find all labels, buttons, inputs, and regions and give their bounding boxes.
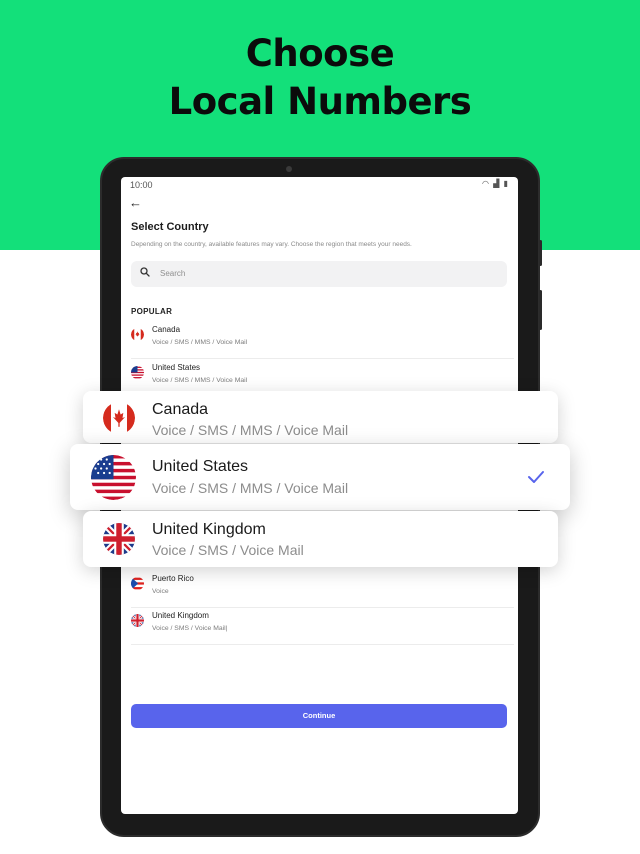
- side-button: [539, 290, 542, 330]
- country-features: Voice / SMS / MMS / Voice Mail: [152, 339, 248, 346]
- headline-line-1: Choose: [245, 32, 395, 75]
- country-features: Voice / SMS / MMS / Voice Mail: [152, 377, 248, 384]
- battery-icon: ▮: [503, 179, 509, 188]
- page-title: Select Country: [131, 221, 209, 233]
- puerto-rico-flag-icon: [131, 577, 144, 590]
- uk-flag-icon: [131, 614, 144, 627]
- us-flag-icon: [91, 455, 136, 500]
- status-icons: ◠ ▟ ▮: [482, 179, 509, 188]
- headline: Choose Local Numbers: [0, 30, 640, 126]
- country-name: Canada: [152, 325, 181, 334]
- signal-icon: ▟: [493, 179, 501, 188]
- country-card-canada[interactable]: Canada Voice / SMS / MMS / Voice Mail: [83, 391, 558, 443]
- country-name: United States: [152, 363, 201, 372]
- page-subtitle: Depending on the country, available feat…: [131, 241, 412, 248]
- country-features: Voice / SMS / MMS / Voice Mail: [152, 480, 349, 496]
- country-features: Voice: [152, 588, 169, 595]
- status-bar: 10:00 ◠ ▟ ▮: [121, 177, 518, 193]
- uk-flag-icon: [103, 523, 135, 555]
- country-features: Voice / SMS / Voice Mail|: [152, 625, 228, 632]
- headline-line-2: Local Numbers: [168, 80, 472, 123]
- country-name: Puerto Rico: [152, 574, 194, 583]
- wifi-icon: ◠: [481, 179, 490, 188]
- continue-button[interactable]: Continue: [131, 704, 507, 728]
- list-item[interactable]: Canada Voice / SMS / MMS / Voice Mail: [131, 323, 514, 359]
- search-icon: [140, 267, 150, 277]
- country-features: Voice / SMS / Voice Mail: [152, 542, 304, 558]
- us-flag-icon: [131, 366, 144, 379]
- canada-flag-icon: [131, 328, 144, 341]
- search-input[interactable]: Search: [131, 261, 507, 287]
- section-label-popular: POPULAR: [131, 307, 173, 316]
- country-name: United States: [152, 458, 249, 475]
- list-item[interactable]: United Kingdom Voice / SMS / Voice Mail|: [131, 609, 514, 645]
- app-store-page: Choose Local Numbers 10:00 ◠ ▟ ▮ ← Selec…: [0, 0, 640, 854]
- back-arrow-icon[interactable]: ←: [129, 196, 142, 210]
- search-placeholder: Search: [160, 269, 186, 278]
- list-item[interactable]: Puerto Rico Voice: [131, 572, 514, 608]
- country-card-united-states[interactable]: United States Voice / SMS / MMS / Voice …: [70, 444, 570, 510]
- country-features: Voice / SMS / MMS / Voice Mail: [152, 422, 349, 438]
- check-icon: [528, 471, 544, 483]
- status-time: 10:00: [130, 180, 153, 190]
- country-name: Canada: [152, 401, 209, 418]
- canada-flag-icon: [103, 402, 135, 434]
- country-card-united-kingdom[interactable]: United Kingdom Voice / SMS / Voice Mail: [83, 511, 558, 567]
- country-name: United Kingdom: [152, 521, 266, 538]
- country-name: United Kingdom: [152, 611, 209, 620]
- side-button: [539, 240, 542, 266]
- camera-icon: [286, 166, 292, 172]
